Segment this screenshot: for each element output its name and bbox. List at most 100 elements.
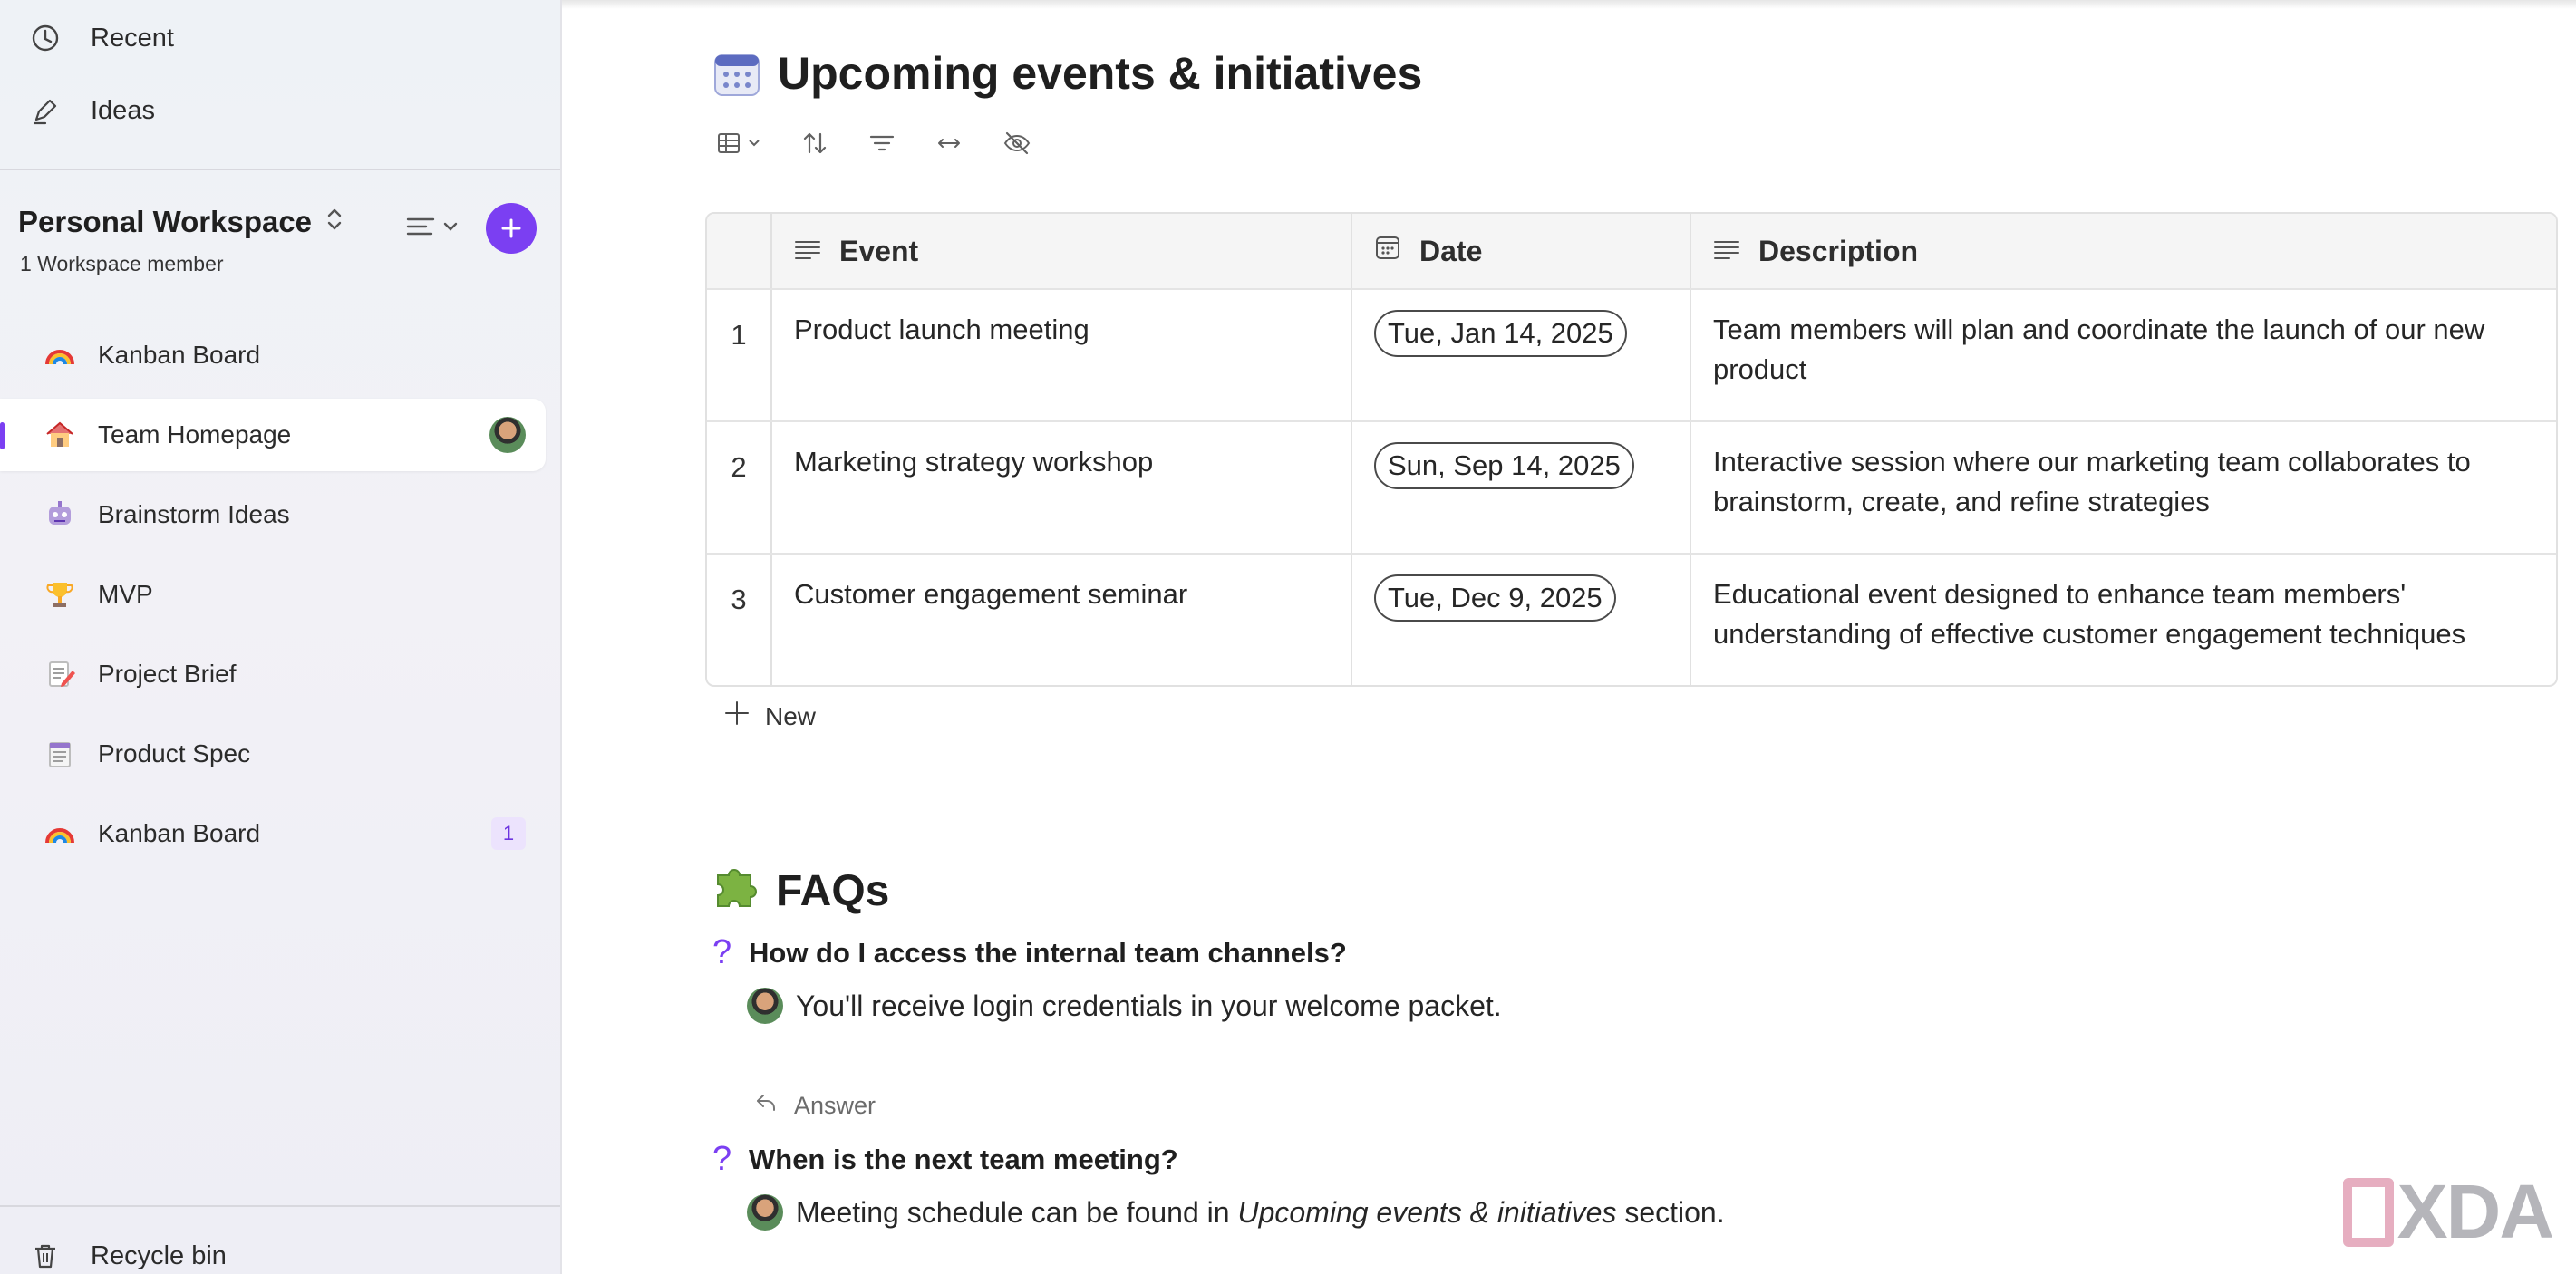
workspace-view-menu[interactable] xyxy=(406,208,464,248)
clock-icon xyxy=(27,20,63,56)
memo-icon xyxy=(42,656,78,692)
sidebar: Recent Ideas Personal Workspace 1 Worksp… xyxy=(0,0,562,1274)
grid-icon xyxy=(716,130,741,160)
workspace-title: Personal Workspace xyxy=(18,205,313,238)
question-text: How do I access the internal team channe… xyxy=(749,936,1347,969)
chevron-updown-icon xyxy=(324,205,344,239)
sidebar-item-brainstorm-ideas[interactable]: Brainstorm Ideas xyxy=(0,478,546,551)
events-table: Event Date Description 1 Product launch … xyxy=(705,212,2558,687)
house-icon xyxy=(42,417,78,453)
description-cell[interactable]: Educational event designed to enhance te… xyxy=(1690,555,2556,685)
plus-icon xyxy=(723,700,751,733)
calendar-field-icon xyxy=(1374,234,1401,268)
sidebar-item-mvp[interactable]: MVP xyxy=(0,558,546,631)
table-view-button[interactable] xyxy=(716,127,761,163)
column-header-date[interactable]: Date xyxy=(1351,214,1690,288)
sidebar-item-kanban-board-2[interactable]: Kanban Board 1 xyxy=(0,797,546,870)
nav-ideas-label: Ideas xyxy=(91,95,155,125)
row-number: 2 xyxy=(731,451,747,483)
event-cell[interactable]: Customer engagement seminar xyxy=(770,555,1351,685)
table-row[interactable]: 1 Product launch meeting Tue, Jan 14, 20… xyxy=(707,288,2556,420)
pencil-icon xyxy=(27,92,63,129)
date-pill: Tue, Jan 14, 2025 xyxy=(1374,310,1627,357)
answer-button[interactable]: Answer xyxy=(754,1091,876,1121)
nav-recycle-bin[interactable]: Recycle bin xyxy=(27,1229,227,1274)
column-header-label: Event xyxy=(839,234,919,267)
sidebar-item-label: Brainstorm Ideas xyxy=(98,500,290,528)
column-header-event[interactable]: Event xyxy=(770,214,1351,288)
sidebar-item-label: Kanban Board xyxy=(98,819,261,847)
answer-text-suffix: section. xyxy=(1616,1195,1725,1229)
date-pill: Sun, Sep 14, 2025 xyxy=(1374,442,1634,489)
filter-button[interactable] xyxy=(868,127,896,163)
date-cell[interactable]: Tue, Dec 9, 2025 xyxy=(1351,555,1690,685)
recycle-bin-label: Recycle bin xyxy=(91,1240,227,1270)
add-page-button[interactable] xyxy=(486,203,537,254)
sidebar-item-label: MVP xyxy=(98,580,153,608)
sidebar-item-label: Team Homepage xyxy=(98,420,292,449)
faq-answer: Meeting schedule can be found in Upcomin… xyxy=(747,1194,1725,1231)
date-pill: Tue, Dec 9, 2025 xyxy=(1374,574,1616,622)
workspace-subtitle: 1 Workspace member xyxy=(20,252,224,275)
table-row[interactable]: 3 Customer engagement seminar Tue, Dec 9… xyxy=(707,553,2556,685)
avatar xyxy=(747,1194,783,1231)
nav-recent-label: Recent xyxy=(91,23,174,53)
sidebar-item-project-brief[interactable]: Project Brief xyxy=(0,638,546,710)
reply-icon xyxy=(754,1091,778,1121)
row-number-header xyxy=(707,214,770,288)
column-header-label: Date xyxy=(1419,234,1483,267)
event-cell[interactable]: Product launch meeting xyxy=(770,290,1351,420)
nav-recent[interactable]: Recent xyxy=(27,11,174,65)
nav-ideas[interactable]: Ideas xyxy=(27,83,155,138)
description-cell[interactable]: Team members will plan and coordinate th… xyxy=(1690,290,2556,420)
faq-title: FAQs xyxy=(776,866,890,915)
notification-badge: 1 xyxy=(491,817,526,850)
text-field-icon xyxy=(1713,235,1740,268)
puzzle-icon xyxy=(712,861,761,921)
date-cell[interactable]: Sun, Sep 14, 2025 xyxy=(1351,422,1690,553)
xda-logo-icon xyxy=(2342,1177,2394,1247)
sidebar-item-product-spec[interactable]: Product Spec xyxy=(0,718,546,790)
chevron-down-icon xyxy=(747,137,761,153)
robot-icon xyxy=(42,497,78,533)
table-toolbar xyxy=(716,127,1031,163)
rainbow-icon xyxy=(42,816,78,852)
xda-watermark: XDA xyxy=(2342,1168,2554,1256)
sidebar-item-kanban-board[interactable]: Kanban Board xyxy=(0,319,546,391)
main-content: Upcoming events & initiatives Event Date… xyxy=(562,0,2576,1274)
rainbow-icon xyxy=(42,337,78,373)
sidebar-item-label: Project Brief xyxy=(98,660,237,688)
question-text: When is the next team meeting? xyxy=(749,1143,1178,1175)
faq-answer: You'll receive login credentials in your… xyxy=(747,988,1502,1024)
date-cell[interactable]: Tue, Jan 14, 2025 xyxy=(1351,290,1690,420)
events-heading: Upcoming events & initiatives xyxy=(712,47,1422,100)
sidebar-divider xyxy=(0,1205,560,1207)
watermark-text: XDA xyxy=(2397,1169,2554,1254)
answer-text: Meeting schedule can be found in Upcomin… xyxy=(796,1196,1725,1230)
answer-text-link: Upcoming events & initiatives xyxy=(1237,1195,1617,1229)
answer-text: You'll receive login credentials in your… xyxy=(796,989,1502,1022)
faq-question[interactable]: ? How do I access the internal team chan… xyxy=(712,933,1347,972)
avatar xyxy=(747,988,783,1024)
description-cell[interactable]: Interactive session where our marketing … xyxy=(1690,422,2556,553)
plus-icon xyxy=(500,211,522,246)
hide-fields-button[interactable] xyxy=(1002,127,1031,163)
question-mark-icon: ? xyxy=(712,933,732,971)
list-icon xyxy=(406,214,437,244)
expand-width-button[interactable] xyxy=(935,127,963,163)
event-cell[interactable]: Marketing strategy workshop xyxy=(770,422,1351,553)
question-mark-icon: ? xyxy=(712,1140,732,1178)
faq-question[interactable]: ? When is the next team meeting? xyxy=(712,1140,1178,1179)
arrows-horizontal-icon xyxy=(935,130,963,161)
new-row-button[interactable]: New xyxy=(723,700,816,733)
sidebar-item-label: Product Spec xyxy=(98,739,251,767)
workspace-switcher[interactable]: Personal Workspace xyxy=(18,205,344,239)
answer-button-label: Answer xyxy=(794,1092,876,1119)
column-header-label: Description xyxy=(1758,234,1919,267)
sort-button[interactable] xyxy=(801,127,828,163)
sidebar-item-team-homepage[interactable]: Team Homepage xyxy=(0,399,546,471)
table-row[interactable]: 2 Marketing strategy workshop Sun, Sep 1… xyxy=(707,420,2556,553)
column-header-description[interactable]: Description xyxy=(1690,214,2556,288)
sort-icon xyxy=(801,130,828,161)
row-number: 3 xyxy=(731,584,747,615)
